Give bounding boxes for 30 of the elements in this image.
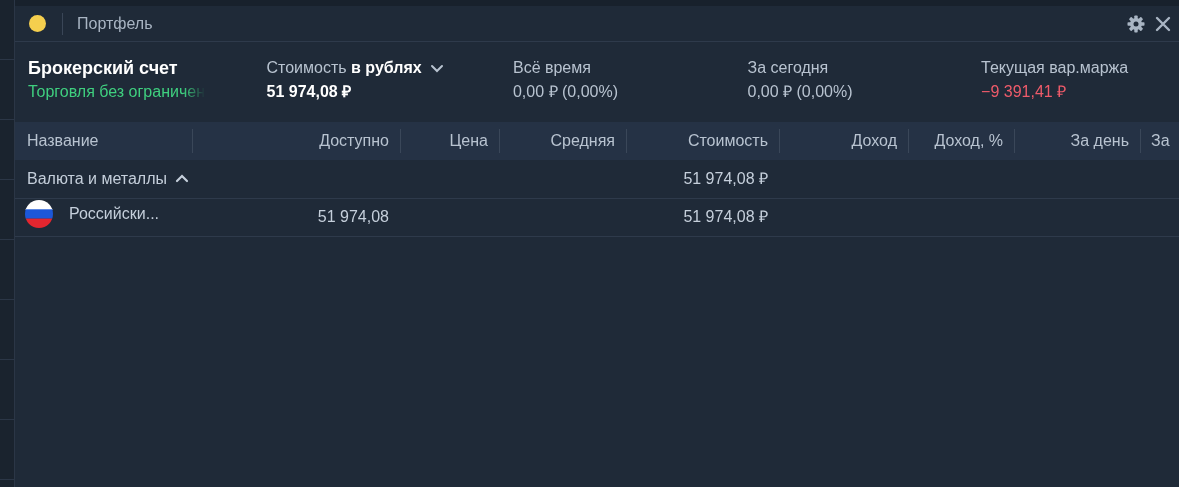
chevron-icon: [175, 174, 189, 184]
column-header[interactable]: Средняя: [500, 122, 627, 160]
stat-value: −9 391,41 ₽: [981, 83, 1067, 100]
stat-value: 0,00 ₽ (0,00%): [747, 83, 853, 100]
stat-value: 0,00 ₽ (0,00%): [512, 83, 618, 100]
table-cell: 51 974,08: [317, 208, 389, 225]
stat-label: Всё время: [512, 58, 591, 78]
table-cell: 51 974,08 ₽: [683, 208, 768, 225]
column-header[interactable]: Доход, %: [909, 122, 1015, 160]
account-subtitle: Торговля без ограничен: [28, 82, 205, 102]
stat-label: Стоимость в рублях: [266, 58, 422, 78]
chevron-down-icon[interactable]: [429, 63, 444, 73]
stat-label: За сегодня: [747, 58, 829, 78]
column-header[interactable]: Стоимость: [627, 122, 780, 160]
column-header[interactable]: Название: [15, 122, 193, 160]
column-header[interactable]: Доход: [780, 122, 909, 160]
column-header[interactable]: За день: [1015, 122, 1141, 160]
table-cell-text: Российски...: [69, 203, 159, 224]
window-title: Портфель: [77, 13, 153, 34]
column-header[interactable]: Доступно: [193, 122, 401, 160]
account-title: Брокерский счет: [28, 57, 179, 80]
stat-value: 51 974,08 ₽: [266, 83, 352, 100]
flag-icon: [25, 199, 53, 228]
column-header[interactable]: Цена: [401, 122, 500, 160]
column-header[interactable]: За: [1141, 122, 1179, 160]
settings-icon[interactable]: [1127, 14, 1145, 33]
close-icon[interactable]: [1155, 15, 1171, 32]
group-toggle[interactable]: Валюта и металлы: [27, 166, 189, 191]
table-cell: 51 974,08 ₽: [683, 169, 768, 187]
stat-label: Текущая вар.маржа: [981, 58, 1129, 78]
